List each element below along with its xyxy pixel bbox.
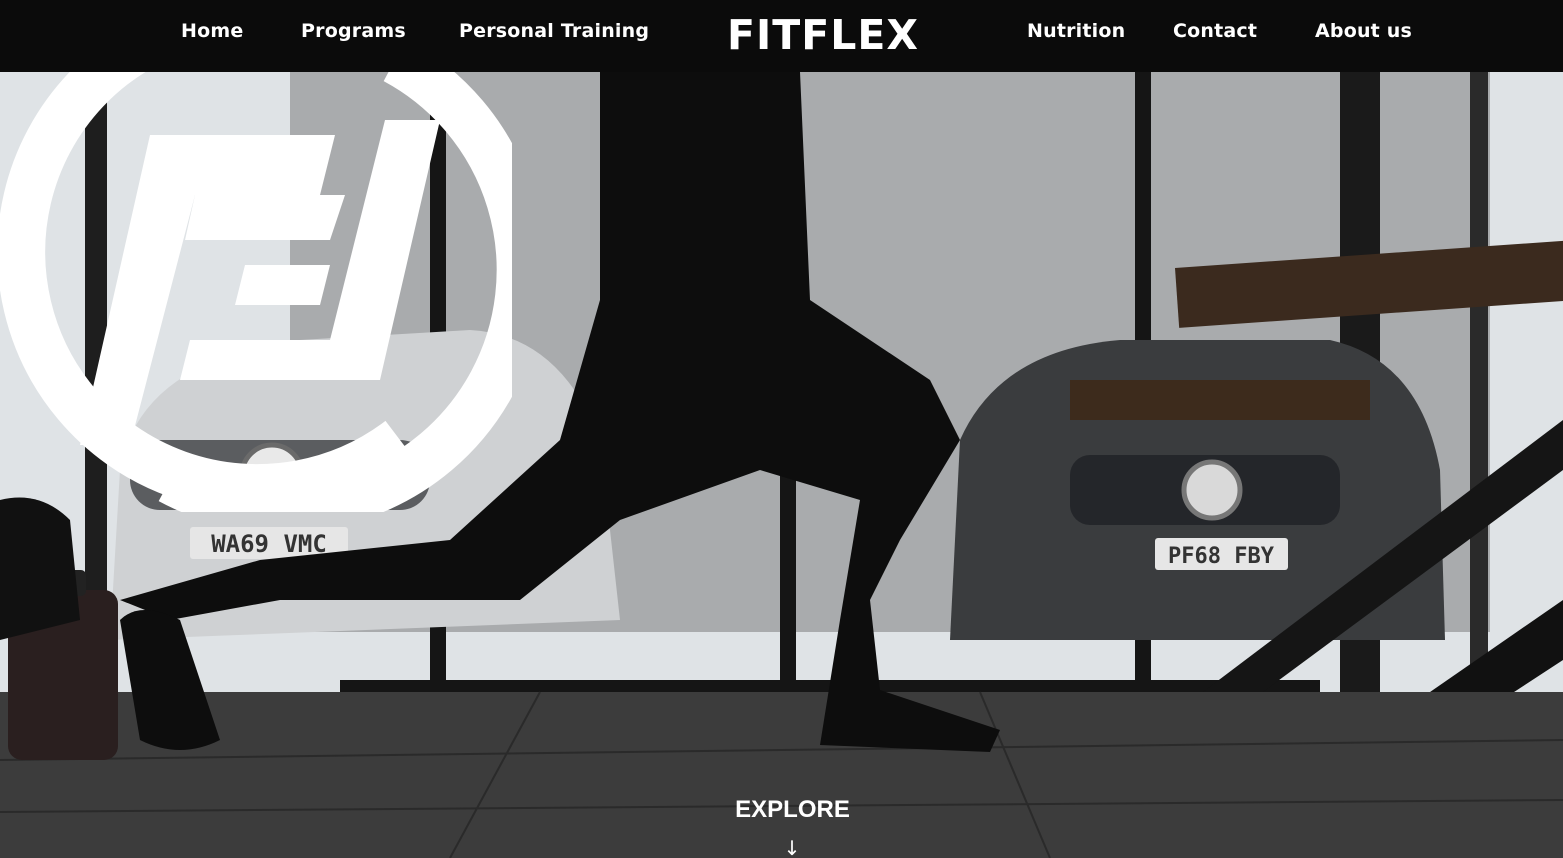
hero-section: WA69 VMC PF68 FBY: [0, 0, 1563, 858]
fitflex-emblem-icon: [0, 0, 512, 512]
explore-button[interactable]: EXPLORE: [700, 796, 885, 824]
arrow-down-icon[interactable]: ↓: [782, 838, 802, 858]
nav-link-home[interactable]: Home: [181, 0, 243, 62]
right-license-plate: PF68 FBY: [1168, 544, 1275, 569]
nav-link-about-us[interactable]: About us: [1315, 0, 1412, 62]
left-license-plate: WA69 VMC: [211, 530, 327, 558]
nav-link-contact[interactable]: Contact: [1173, 0, 1257, 62]
brand-logo-text[interactable]: FITFLEX: [727, 0, 919, 70]
nav-link-programs[interactable]: Programs: [301, 0, 406, 62]
nav-link-nutrition[interactable]: Nutrition: [1027, 0, 1125, 62]
nav-link-personal-training[interactable]: Personal Training: [459, 0, 649, 62]
top-navigation-bar: Home Programs Personal Training FITFLEX …: [0, 0, 1563, 72]
